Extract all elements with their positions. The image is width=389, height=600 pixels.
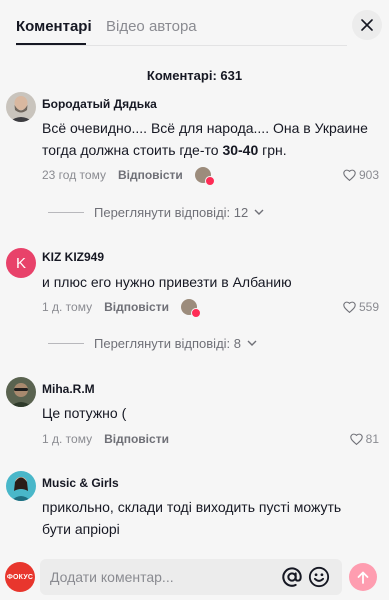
reply-button[interactable]: Відповісти xyxy=(118,168,183,182)
comment-username[interactable]: Miha.R.M xyxy=(42,382,95,396)
comment-time: 23 год тому xyxy=(42,168,106,182)
comment-text: прикольно, склади тоді виходить пусті мо… xyxy=(42,499,342,537)
like-count: 559 xyxy=(358,300,379,314)
like-button[interactable]: 559 xyxy=(343,298,379,316)
emoji-icon xyxy=(308,566,330,588)
comment-item: K KIZ KIZ949 и плюс его нужно привезти в… xyxy=(0,248,389,358)
comment-username[interactable]: Music & Girls xyxy=(42,476,119,490)
view-replies-button[interactable]: Переглянути відповіді: 8 xyxy=(48,334,257,352)
comment-input[interactable] xyxy=(50,559,270,595)
avatar[interactable] xyxy=(6,92,36,122)
comment-text: Це потужно ( xyxy=(42,405,127,421)
avatar-letter: K xyxy=(15,254,26,272)
view-replies-label: Переглянути відповіді: 8 xyxy=(94,335,241,351)
tab-comments[interactable]: Коментарі xyxy=(16,18,92,35)
like-button[interactable]: 903 xyxy=(343,166,379,184)
comment-meta: 1 д. тому Відповісти xyxy=(42,298,201,318)
header-divider xyxy=(16,45,347,46)
at-icon xyxy=(282,567,302,587)
heart-icon xyxy=(343,301,356,313)
like-count: 81 xyxy=(365,432,379,446)
comment-text: Всё очевидно.... Всё для народа.... Она … xyxy=(42,120,368,158)
emoji-button[interactable] xyxy=(308,566,330,593)
like-count: 903 xyxy=(358,168,379,182)
close-button[interactable] xyxy=(352,10,382,40)
comment-text: и плюс его нужно привезти в Албанию xyxy=(42,274,292,290)
send-button[interactable] xyxy=(349,563,377,591)
view-replies-label: Переглянути відповіді: 12 xyxy=(94,204,249,220)
user-avatar-logo[interactable]: ФОКУС xyxy=(5,562,35,592)
comment-username[interactable]: KIZ KIZ949 xyxy=(42,250,104,264)
heart-icon xyxy=(349,433,363,445)
comment-item: Music & Girls прикольно, склади тоді вих… xyxy=(0,471,389,551)
avatar[interactable] xyxy=(6,377,36,407)
user-photo-icon xyxy=(6,471,36,501)
comment-username[interactable]: Бородатый Дядька xyxy=(42,97,157,111)
like-button[interactable]: 81 xyxy=(349,430,379,448)
chevron-down-icon xyxy=(247,340,257,346)
comment-time: 1 д. тому xyxy=(42,432,93,446)
comment-item: Miha.R.M Це потужно ( 1 д. тому Відповіс… xyxy=(0,377,389,452)
comment-item: Бородатый Дядька Всё очевидно.... Всё дл… xyxy=(0,92,389,222)
reply-button[interactable]: Відповісти xyxy=(104,432,169,446)
user-photo-icon xyxy=(6,92,36,122)
comment-meta: 23 год тому Відповісти xyxy=(42,166,215,186)
comment-input-container xyxy=(40,559,342,595)
comment-composer: ФОКУС xyxy=(0,555,389,600)
reply-button[interactable]: Відповісти xyxy=(104,300,169,314)
heart-icon xyxy=(343,169,356,181)
tab-creator-videos[interactable]: Відео автора xyxy=(106,18,197,35)
creator-liked-icon xyxy=(180,299,201,318)
avatar[interactable] xyxy=(6,471,36,501)
header: Коментарі Відео автора xyxy=(0,0,389,52)
comments-count-title: Коментарі: 631 xyxy=(146,68,243,83)
chevron-down-icon xyxy=(254,209,264,215)
mention-button[interactable] xyxy=(281,566,303,593)
avatar[interactable]: K xyxy=(6,248,36,278)
user-photo-icon xyxy=(6,377,36,407)
comment-meta: 1 д. тому Відповісти xyxy=(42,430,169,448)
comment-time: 1 д. тому xyxy=(42,300,93,314)
arrow-up-icon xyxy=(357,571,369,584)
creator-liked-icon xyxy=(194,167,215,186)
view-replies-button[interactable]: Переглянути відповіді: 12 xyxy=(48,203,264,221)
replies-divider xyxy=(48,342,84,344)
replies-divider xyxy=(48,211,84,213)
close-icon xyxy=(361,19,373,31)
